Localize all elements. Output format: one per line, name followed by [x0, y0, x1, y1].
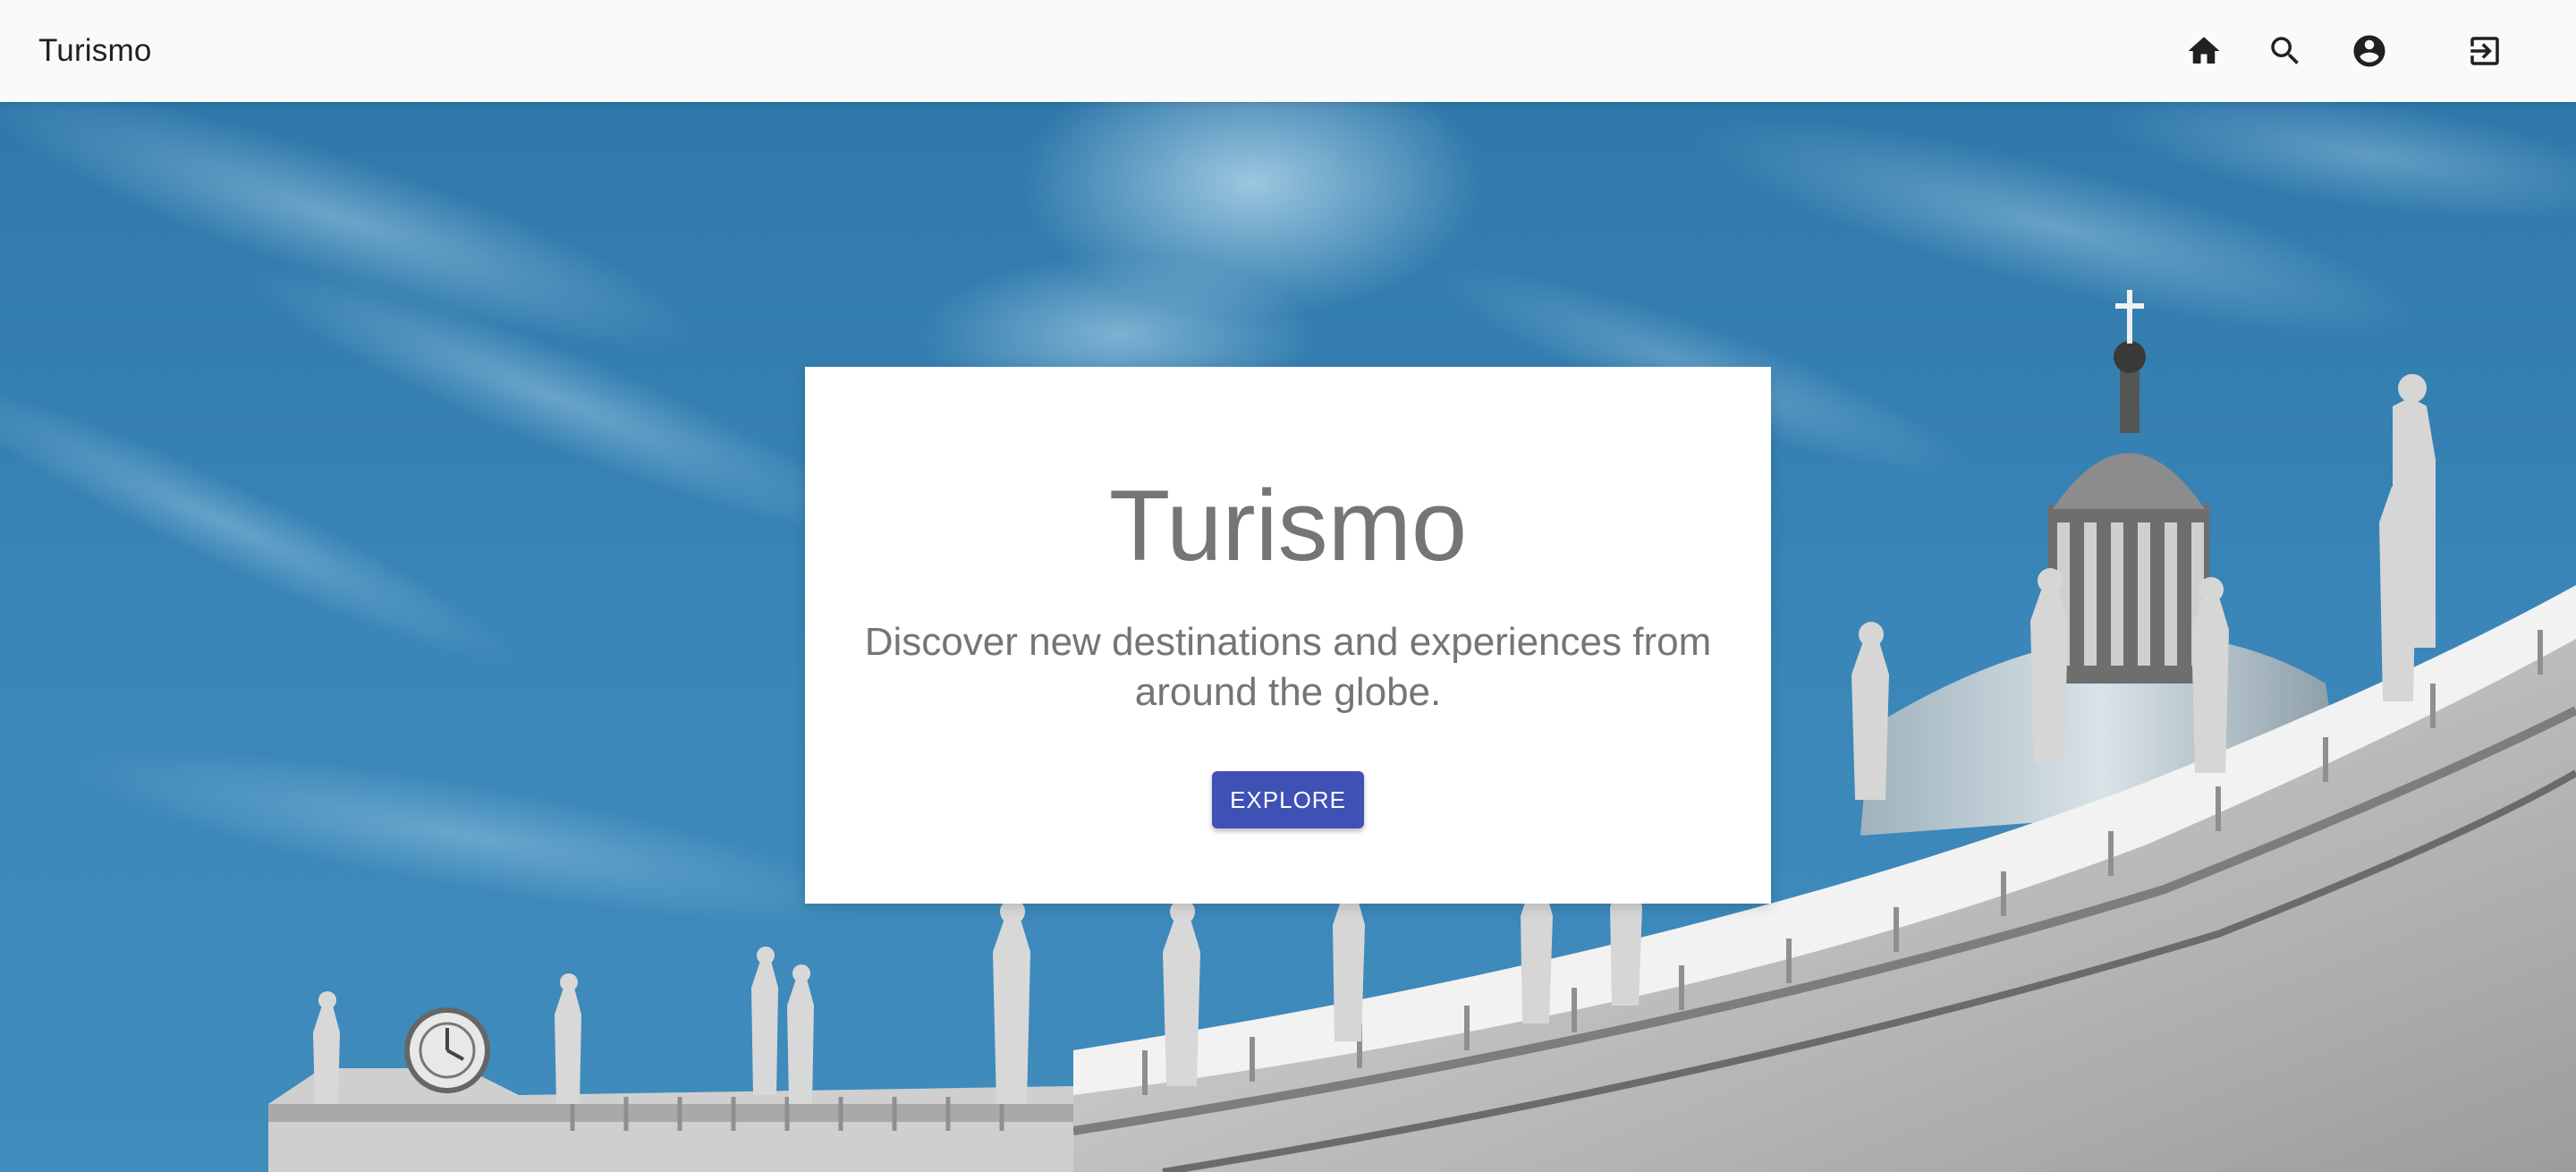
login-icon: [2470, 37, 2499, 65]
home-button[interactable]: [2172, 19, 2236, 83]
hero-card: Turismo Discover new destinations and ex…: [805, 367, 1771, 904]
app-root: Turismo Turismo Discover new destination…: [0, 0, 2576, 1172]
hero-title: Turismo: [1108, 470, 1468, 582]
top-toolbar: Turismo: [0, 0, 2576, 102]
account-circle-icon: [2353, 35, 2385, 67]
search-button[interactable]: [2253, 19, 2318, 83]
app-title: Turismo: [38, 33, 152, 68]
home-icon: [2188, 37, 2220, 64]
search-icon: [2271, 37, 2299, 64]
login-button[interactable]: [2453, 19, 2517, 83]
explore-button[interactable]: EXPLORE: [1212, 771, 1364, 828]
account-button[interactable]: [2337, 19, 2402, 83]
hero-subtitle: Discover new destinations and experience…: [864, 620, 1712, 714]
